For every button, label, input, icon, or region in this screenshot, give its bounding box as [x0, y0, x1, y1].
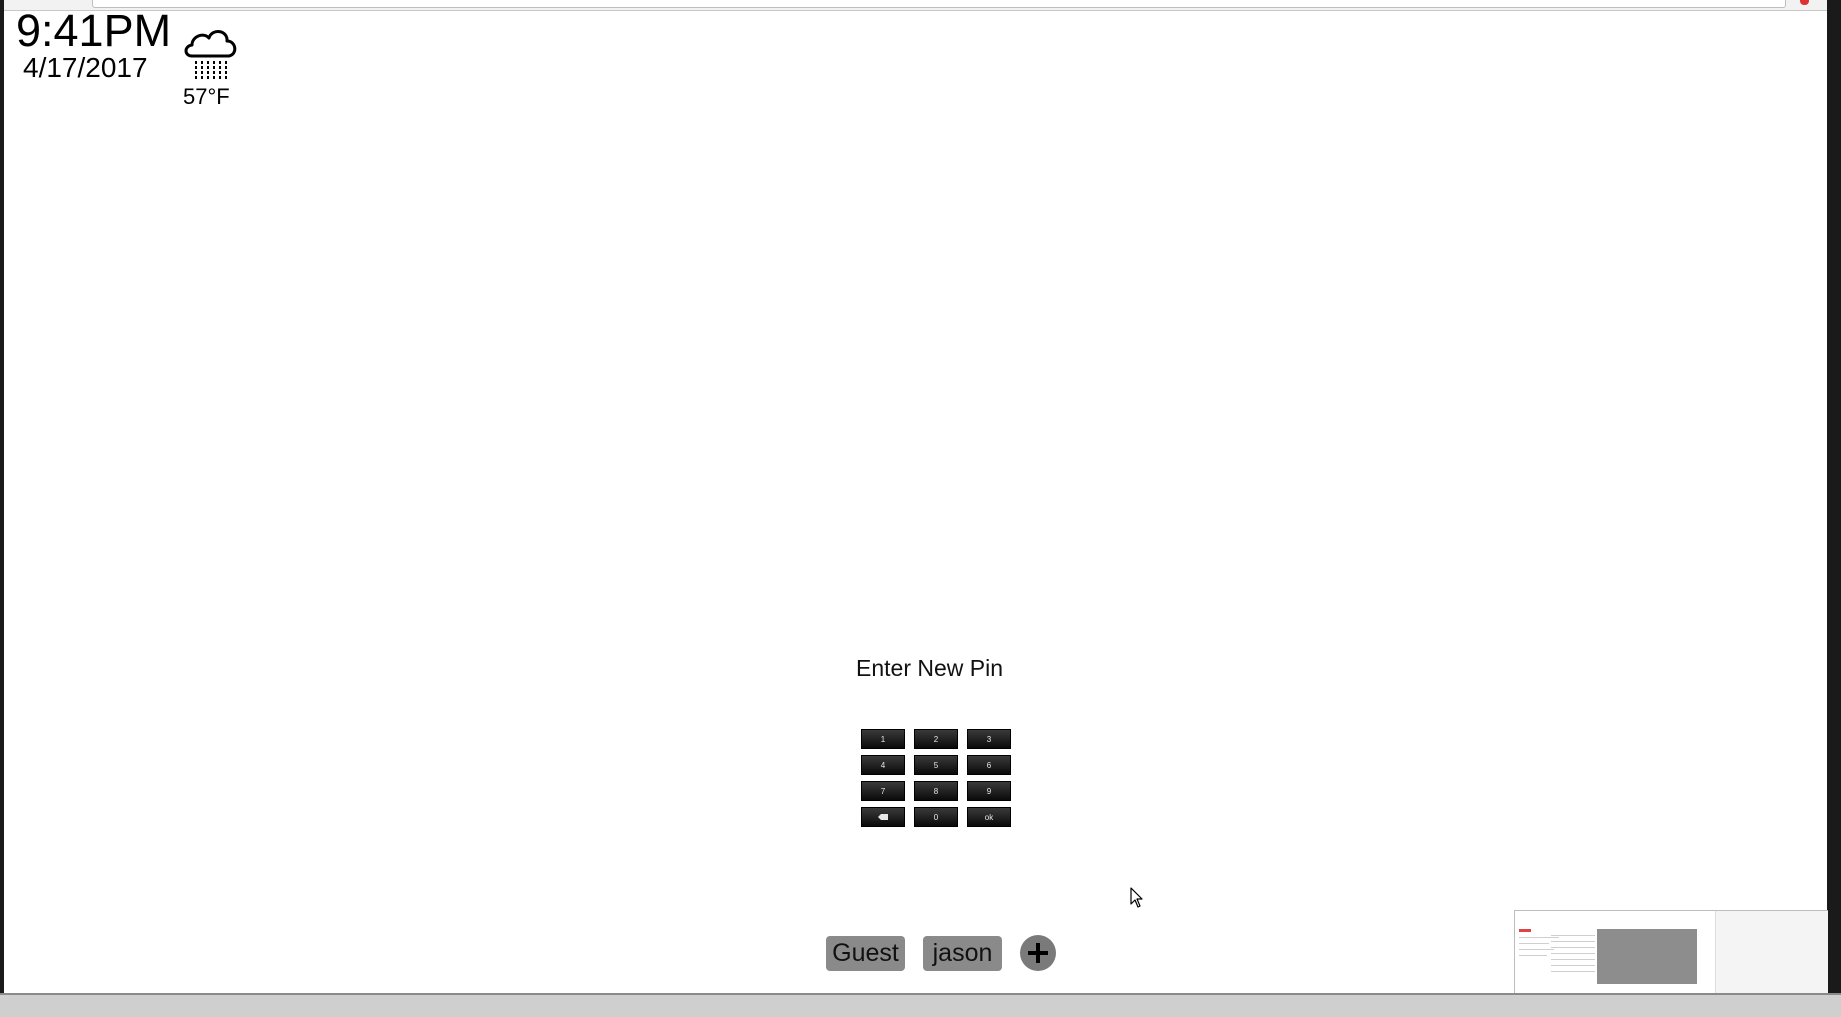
window-preview-thumbnail[interactable] — [1514, 910, 1828, 995]
key-3[interactable]: 3 — [967, 729, 1011, 749]
key-backspace[interactable] — [861, 807, 905, 827]
key-1[interactable]: 1 — [861, 729, 905, 749]
browser-toolbar — [0, 0, 1841, 11]
key-6[interactable]: 6 — [967, 755, 1011, 775]
add-user-button[interactable] — [1020, 935, 1056, 971]
mouse-cursor-icon — [1130, 887, 1143, 908]
key-9[interactable]: 9 — [967, 781, 1011, 801]
screen: 9:41PM 4/17/2017 57°F Enter New Pin 1 2 … — [0, 0, 1841, 1017]
clock-date: 4/17/2017 — [23, 52, 148, 83]
key-2[interactable]: 2 — [914, 729, 958, 749]
left-window-border — [0, 0, 4, 993]
pin-prompt-title: Enter New Pin — [856, 655, 1004, 681]
weather-temperature: 57°F — [183, 84, 230, 109]
right-window-border — [1827, 0, 1841, 993]
key-0[interactable]: 0 — [914, 807, 958, 827]
key-5[interactable]: 5 — [914, 755, 958, 775]
pin-keypad: 1 2 3 4 5 6 7 8 9 0 ok — [861, 729, 1011, 827]
key-7[interactable]: 7 — [861, 781, 905, 801]
user-button-jason[interactable]: jason — [923, 935, 1002, 971]
key-4[interactable]: 4 — [861, 755, 905, 775]
rain-cloud-icon — [184, 30, 237, 80]
address-bar[interactable] — [92, 0, 1786, 8]
clock-time: 9:41PM — [16, 5, 172, 56]
user-button-guest[interactable]: Guest — [826, 935, 905, 971]
user-selector: Guest jason — [826, 935, 1056, 971]
close-icon[interactable] — [1800, 0, 1809, 5]
key-ok[interactable]: ok — [967, 807, 1011, 827]
key-8[interactable]: 8 — [914, 781, 958, 801]
taskbar — [0, 993, 1841, 1017]
backspace-icon — [878, 814, 888, 820]
